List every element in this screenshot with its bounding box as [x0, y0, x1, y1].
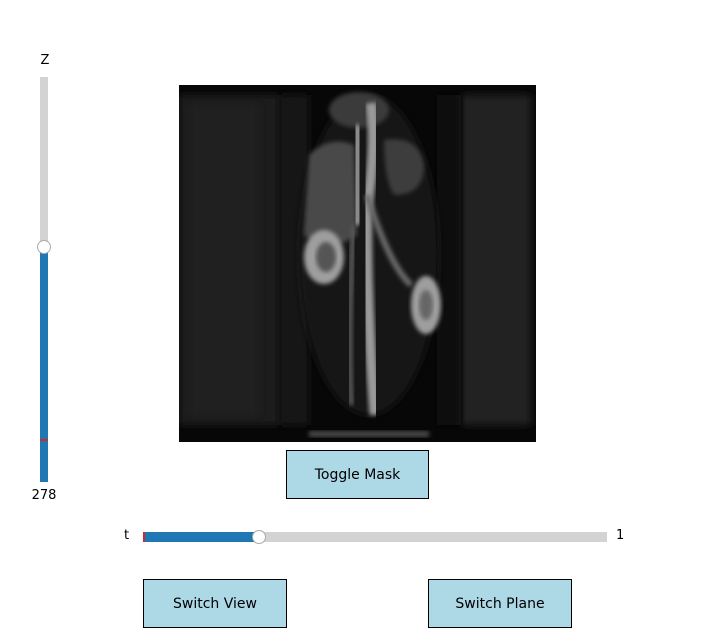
- toggle-mask-button[interactable]: Toggle Mask: [286, 450, 429, 499]
- z-slider-fill: [40, 247, 48, 482]
- t-slider-label: t: [124, 528, 130, 543]
- mri-slice-graphic: [179, 85, 536, 442]
- t-slider-fill: [143, 532, 259, 542]
- switch-plane-button[interactable]: Switch Plane: [428, 579, 572, 628]
- z-slider-value: 278: [31, 488, 57, 503]
- mri-slice-image: [179, 85, 536, 442]
- z-slider-handle[interactable]: [37, 240, 51, 254]
- z-slider-label: Z: [40, 53, 50, 68]
- t-slider-initial-marker: [143, 532, 145, 542]
- switch-view-button[interactable]: Switch View: [143, 579, 287, 628]
- t-slider-value: 1: [616, 528, 625, 543]
- z-slider-initial-marker: [40, 439, 48, 441]
- t-slider-handle[interactable]: [252, 530, 266, 544]
